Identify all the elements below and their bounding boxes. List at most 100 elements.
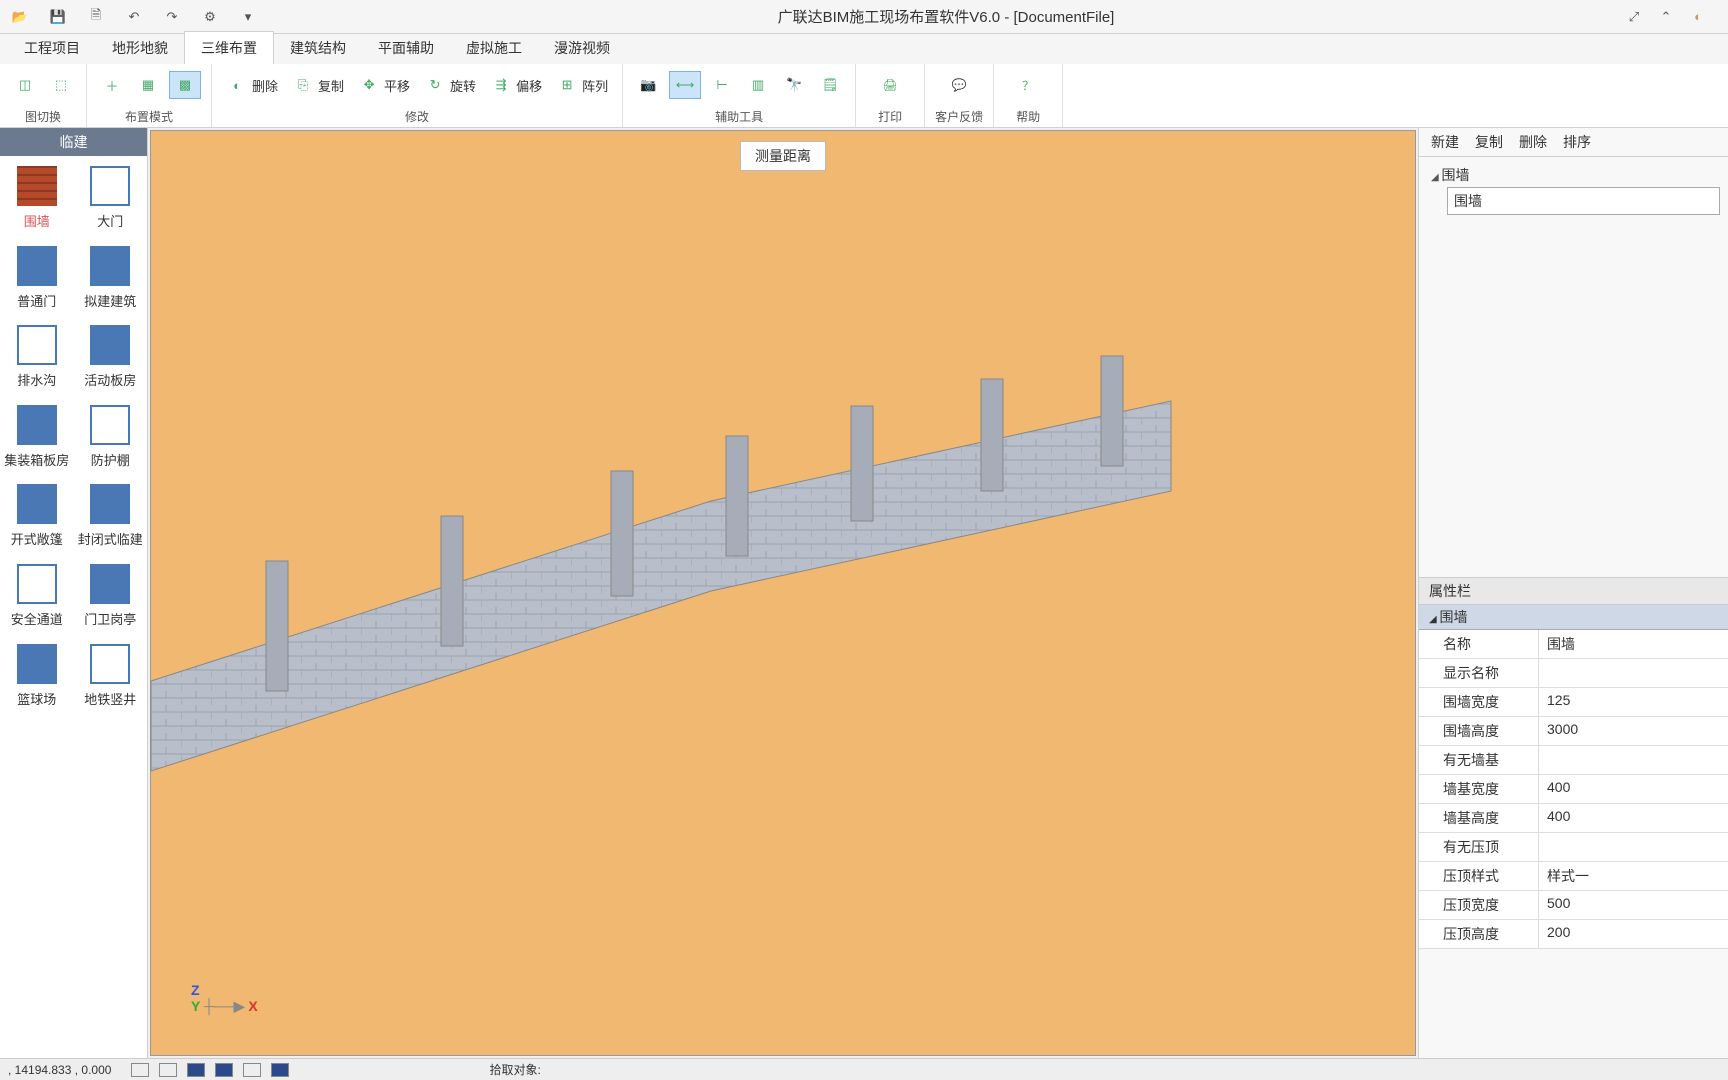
- court-icon: [17, 644, 57, 684]
- saveas-icon[interactable]: 🗎: [86, 7, 106, 27]
- open-icon[interactable]: 📂: [10, 7, 30, 27]
- palette-item-court[interactable]: 篮球场: [0, 634, 74, 714]
- prop-value[interactable]: 400: [1539, 775, 1728, 803]
- prop-value[interactable]: 3000: [1539, 717, 1728, 745]
- palette-item-container[interactable]: 集装箱板房: [0, 395, 74, 475]
- ortho-toggle-icon[interactable]: [187, 1063, 205, 1077]
- ribbon-label-feedback: 客户反馈: [935, 108, 983, 127]
- prop-value[interactable]: 125: [1539, 688, 1728, 716]
- prop-row[interactable]: 压顶样式样式一: [1419, 862, 1728, 891]
- menu-tabs: 工程项目 地形地貌 三维布置 建筑结构 平面辅助 虚拟施工 漫游视频: [0, 34, 1728, 64]
- prop-value[interactable]: [1539, 746, 1728, 774]
- array-button[interactable]: ⊞阵列: [552, 72, 612, 98]
- settings-icon[interactable]: ⚙: [200, 7, 220, 27]
- palette-item-drain[interactable]: 排水沟: [0, 315, 74, 395]
- prop-value[interactable]: 围墙: [1539, 630, 1728, 658]
- save-icon[interactable]: 💾: [48, 7, 68, 27]
- tab-roam[interactable]: 漫游视频: [538, 32, 626, 64]
- rp-delete-button[interactable]: 删除: [1519, 132, 1547, 152]
- prop-row[interactable]: 围墙高度3000: [1419, 717, 1728, 746]
- help-button[interactable]: ？: [1004, 69, 1052, 101]
- mode-point-button[interactable]: ＋: [97, 72, 127, 98]
- open-icon: [17, 484, 57, 524]
- prop-row[interactable]: 有无墙基: [1419, 746, 1728, 775]
- dim-toggle-icon[interactable]: [271, 1063, 289, 1077]
- palette-item-passage[interactable]: 安全通道: [0, 554, 74, 634]
- palette-item-shed[interactable]: 防护棚: [74, 395, 148, 475]
- find-button[interactable]: 🔭: [779, 72, 809, 98]
- ribbon-group-feedback: 💬 客户反馈: [925, 64, 994, 127]
- collapse-icon[interactable]: ⤢: [1624, 7, 1644, 27]
- palette-item-guard[interactable]: 门卫岗亭: [74, 554, 148, 634]
- prop-row[interactable]: 墙基高度400: [1419, 804, 1728, 833]
- offset-button[interactable]: ⇶偏移: [486, 72, 546, 98]
- expand-icon[interactable]: ⌃: [1656, 7, 1676, 27]
- ribbon-group-tools: 📷 ⟷ ⊢ ▥ 🔭 🗒 辅助工具: [623, 64, 856, 127]
- rp-new-button[interactable]: 新建: [1431, 132, 1459, 152]
- snap-toggle-icon[interactable]: [159, 1063, 177, 1077]
- palette-item-building[interactable]: 拟建建筑: [74, 236, 148, 316]
- tab-3dlayout[interactable]: 三维布置: [184, 31, 274, 64]
- prop-row[interactable]: 墙基宽度400: [1419, 775, 1728, 804]
- tab-terrain[interactable]: 地形地貌: [96, 32, 184, 64]
- prop-row[interactable]: 围墙宽度125: [1419, 688, 1728, 717]
- prop-value[interactable]: 样式一: [1539, 862, 1728, 890]
- tab-planar[interactable]: 平面辅助: [362, 32, 450, 64]
- note-button[interactable]: 🗒: [815, 72, 845, 98]
- measure-button[interactable]: ⟷: [669, 71, 701, 99]
- dropdown-icon[interactable]: ▾: [238, 7, 258, 27]
- palette-item-door[interactable]: 普通门: [0, 236, 74, 316]
- prop-key: 有无压顶: [1419, 833, 1539, 861]
- ribbon-label-mode: 布置模式: [97, 108, 201, 127]
- chart-button[interactable]: ▥: [743, 72, 773, 98]
- print-button[interactable]: 🖨: [866, 69, 914, 101]
- mode-gridsel-button[interactable]: ▩: [169, 71, 201, 99]
- tab-project[interactable]: 工程项目: [8, 32, 96, 64]
- redo-icon[interactable]: ↷: [162, 7, 182, 27]
- palette-item-brick[interactable]: 围墙: [0, 156, 74, 236]
- mode-grid-button[interactable]: ▦: [133, 72, 163, 98]
- prop-row[interactable]: 名称围墙: [1419, 630, 1728, 659]
- prop-row[interactable]: 压顶高度200: [1419, 920, 1728, 949]
- prop-row[interactable]: 有无压顶: [1419, 833, 1728, 862]
- prop-row[interactable]: 压顶宽度500: [1419, 891, 1728, 920]
- palette-item-gate[interactable]: 大门: [74, 156, 148, 236]
- prop-row[interactable]: 显示名称: [1419, 659, 1728, 688]
- view-cube-button[interactable]: ◫: [10, 72, 40, 98]
- prefab-icon: [90, 325, 130, 365]
- tree-root[interactable]: 围墙: [1427, 163, 1720, 187]
- axis-x: X: [248, 998, 257, 1014]
- tree-selected[interactable]: 围墙: [1447, 187, 1720, 215]
- palette-item-prefab[interactable]: 活动板房: [74, 315, 148, 395]
- undo-icon[interactable]: ↶: [124, 7, 144, 27]
- camera-button[interactable]: 📷: [633, 72, 663, 98]
- prop-value[interactable]: 500: [1539, 891, 1728, 919]
- rotate-button[interactable]: ↻旋转: [420, 72, 480, 98]
- prop-value[interactable]: [1539, 659, 1728, 687]
- osnap-toggle-icon[interactable]: [215, 1063, 233, 1077]
- feedback-icon: 💬: [945, 71, 973, 99]
- palette-item-open[interactable]: 开式敞篷: [0, 474, 74, 554]
- tab-structure[interactable]: 建筑结构: [274, 32, 362, 64]
- 3d-viewport[interactable]: 测量距离 Z Y ┼──▶ X: [150, 130, 1416, 1056]
- ribbon-group-view: ◫ ⬚ 图切换: [0, 64, 87, 127]
- prop-value[interactable]: 400: [1539, 804, 1728, 832]
- feedback-button[interactable]: 💬: [935, 69, 983, 101]
- delete-button[interactable]: ◐删除: [222, 72, 282, 98]
- move-button[interactable]: ✥平移: [354, 72, 414, 98]
- props-group[interactable]: 围墙: [1419, 605, 1728, 630]
- palette-item-shaft[interactable]: 地铁竖井: [74, 634, 148, 714]
- rp-sort-button[interactable]: 排序: [1563, 132, 1591, 152]
- prop-value[interactable]: [1539, 833, 1728, 861]
- rp-copy-button[interactable]: 复制: [1475, 132, 1503, 152]
- copy-button[interactable]: ⎘复制: [288, 72, 348, 98]
- camera-icon: 📷: [637, 74, 659, 96]
- extra-toggle-icon[interactable]: [243, 1063, 261, 1077]
- ribbon-label-view: 图切换: [10, 108, 76, 127]
- grid-toggle-icon[interactable]: [131, 1063, 149, 1077]
- view-cube2-button[interactable]: ⬚: [46, 72, 76, 98]
- tab-virtual[interactable]: 虚拟施工: [450, 32, 538, 64]
- palette-item-closed[interactable]: 封闭式临建: [74, 474, 148, 554]
- ruler-button[interactable]: ⊢: [707, 72, 737, 98]
- prop-value[interactable]: 200: [1539, 920, 1728, 948]
